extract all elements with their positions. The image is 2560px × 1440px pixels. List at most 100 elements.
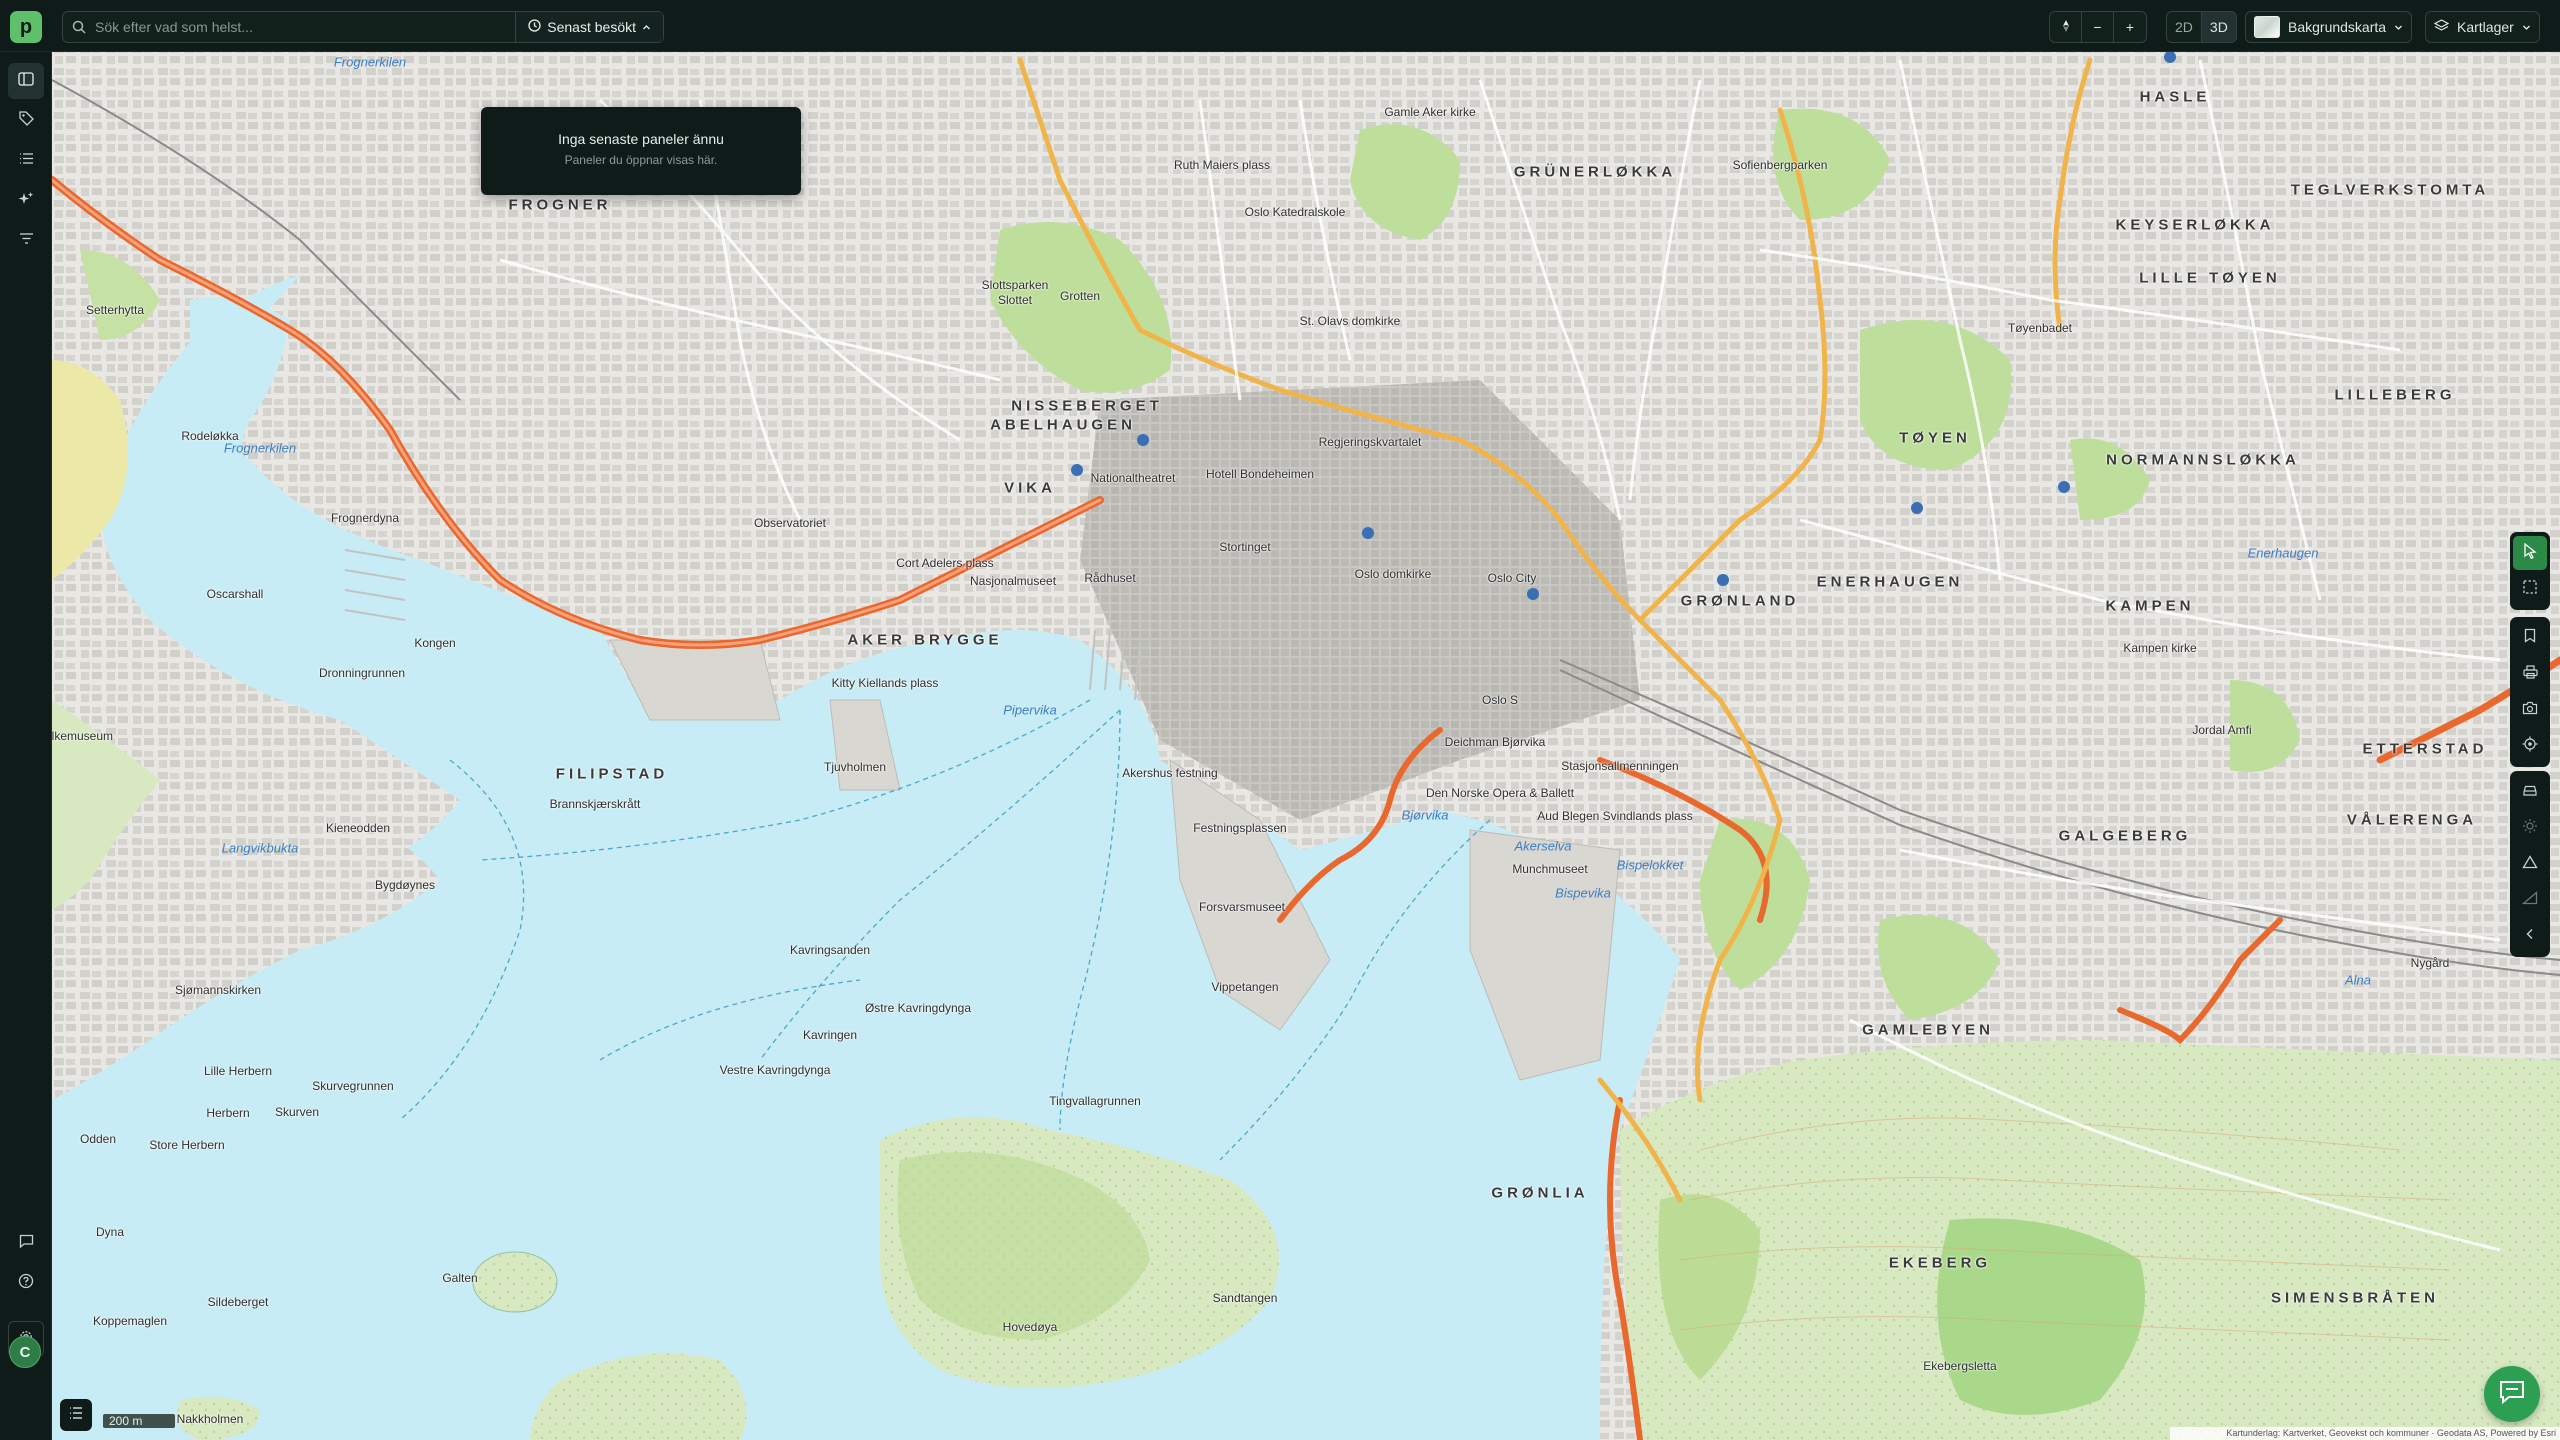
rail-ai-button[interactable]	[8, 183, 44, 219]
area-select-button[interactable]	[2513, 572, 2547, 606]
place-label: Deichman Bjørvika	[1444, 735, 1546, 749]
recent-visited-button[interactable]: Senast besökt	[515, 12, 663, 42]
vehicle-button[interactable]	[2513, 775, 2547, 809]
user-avatar[interactable]: C	[9, 1336, 41, 1368]
layers-icon	[2433, 18, 2450, 36]
district-label: KEYSERLØKKA	[2115, 216, 2275, 234]
measure-area-button[interactable]	[2513, 847, 2547, 881]
search-input[interactable]	[95, 12, 516, 42]
clock-icon	[528, 19, 541, 35]
select-pointer-button[interactable]	[2513, 536, 2547, 570]
compass-icon	[2061, 19, 2071, 36]
layers-selector[interactable]: Kartlager	[2425, 11, 2540, 43]
app-root: p Senast besökt −	[0, 0, 2560, 1440]
district-label: TØYEN	[1899, 429, 1971, 447]
chevron-left-icon	[2525, 927, 2535, 945]
place-label: Observatoriet	[753, 516, 827, 530]
map-tools-bottom	[2510, 771, 2550, 957]
place-label: Brannskjærskrått	[549, 797, 641, 811]
place-label: Sildeberget	[207, 1295, 269, 1309]
water-label: Frognerkilen	[333, 54, 407, 70]
place-label: Dronningrunnen	[318, 666, 406, 680]
compass-button[interactable]	[2050, 12, 2082, 42]
basemap-label: Bakgrundskarta	[2288, 19, 2387, 35]
zoom-out-button[interactable]: −	[2082, 12, 2114, 42]
triangle-icon	[2522, 854, 2538, 874]
place-label: Slottet	[997, 293, 1033, 307]
bookmark-icon	[2524, 628, 2536, 648]
measure-line-button[interactable]	[2513, 883, 2547, 917]
place-label: Tøyenbadet	[2007, 321, 2073, 335]
place-label: Slottsparken	[981, 278, 1049, 292]
sun-icon	[2522, 818, 2538, 839]
legend-button[interactable]	[60, 1399, 92, 1431]
tag-icon	[18, 111, 34, 131]
place-label: Akershus festning	[1122, 766, 1218, 780]
panels-icon	[18, 71, 34, 91]
print-button[interactable]	[2513, 657, 2547, 691]
place-label: Vestre Kavringdynga	[719, 1063, 831, 1077]
popover-title: Inga senaste paneler ännu	[558, 131, 724, 147]
place-label: Bygdøynes	[374, 878, 436, 892]
camera-icon	[2522, 701, 2538, 720]
rail-list-button[interactable]	[8, 143, 44, 179]
map-attribution: Kartunderlag: Kartverket, Geovekst och k…	[2170, 1427, 2560, 1440]
layers-button[interactable]: Kartlager	[2426, 12, 2539, 42]
district-label: ABELHAUGEN	[990, 416, 1136, 434]
bookmark-button[interactable]	[2513, 621, 2547, 655]
place-label: Oslo Katedralskole	[1244, 205, 1346, 219]
locate-button[interactable]	[2513, 729, 2547, 763]
place-label: Kieneodden	[325, 821, 391, 835]
comment-icon	[19, 1234, 34, 1253]
place-label: Herbern	[206, 1106, 250, 1120]
chevron-down-icon	[2394, 19, 2403, 35]
collapse-tools-button[interactable]	[2513, 919, 2547, 953]
place-label: Forsvarsmuseet	[1198, 900, 1286, 914]
car-icon	[2522, 783, 2538, 802]
place-label: Jordal Amfi	[2192, 723, 2252, 737]
basemap-selector[interactable]: Bakgrundskarta	[2245, 11, 2413, 43]
place-label: Skurvegrunnen	[312, 1079, 394, 1093]
rail-panels-button[interactable]	[8, 63, 44, 99]
place-label: St. Olavs domkirke	[1299, 314, 1401, 328]
water-label: Akerselva	[1514, 838, 1572, 854]
support-chat-button[interactable]	[2484, 1366, 2540, 1422]
district-label: SIMENSBRÅTEN	[2270, 1289, 2440, 1307]
place-label: Vippetangen	[1211, 980, 1279, 994]
water-label: Bispevika	[1555, 885, 1611, 901]
rail-tags-button[interactable]	[8, 103, 44, 139]
screenshot-button[interactable]	[2513, 693, 2547, 727]
legend-icon	[69, 1406, 83, 1425]
rail-feedback-button[interactable]	[8, 1225, 44, 1261]
place-label: Store Herbern	[149, 1138, 225, 1152]
place-label: Nationaltheatret	[1090, 471, 1176, 485]
place-label: Dyna	[95, 1225, 125, 1239]
filter-icon	[19, 232, 34, 250]
left-rail: C	[0, 52, 52, 1440]
zoom-in-button[interactable]: +	[2114, 12, 2146, 42]
district-label: GRÜNERLØKKA	[1513, 163, 1677, 181]
rail-filter-button[interactable]	[8, 223, 44, 259]
mode-2d-button[interactable]: 2D	[2167, 12, 2202, 42]
app-logo[interactable]: p	[10, 11, 42, 43]
place-label: Oscarshall	[206, 587, 264, 601]
map-tools-top	[2510, 532, 2550, 610]
map-canvas[interactable]: BRISKEBYFROGNERGRÜNERLØKKAHASLEKEYSERLØK…	[52, 52, 2560, 1440]
district-label: NORMANNSLØKKA	[2106, 451, 2300, 469]
sun-button[interactable]	[2513, 811, 2547, 845]
place-label: Rådhuset	[1084, 571, 1136, 585]
district-label: FROGNER	[508, 196, 612, 214]
basemap-button[interactable]: Bakgrundskarta	[2246, 12, 2411, 42]
district-label: KAMPEN	[2105, 597, 2195, 615]
ai-sparkle-icon	[18, 191, 34, 212]
district-label: EKEBERG	[1888, 1254, 1992, 1272]
place-label: Sandtangen	[1212, 1291, 1278, 1305]
place-label: Den Norske Opera & Ballett	[1425, 786, 1575, 800]
place-label: Regjeringskvartalet	[1318, 435, 1422, 449]
district-label: GAMLEBYEN	[1862, 1021, 1994, 1039]
rail-help-button[interactable]	[8, 1265, 44, 1301]
district-label: NISSEBERGET	[1011, 397, 1163, 415]
place-label: Setterhytta	[85, 303, 145, 317]
mode-3d-button[interactable]: 3D	[2201, 12, 2236, 42]
place-label: Gamle Aker kirke	[1384, 105, 1476, 119]
